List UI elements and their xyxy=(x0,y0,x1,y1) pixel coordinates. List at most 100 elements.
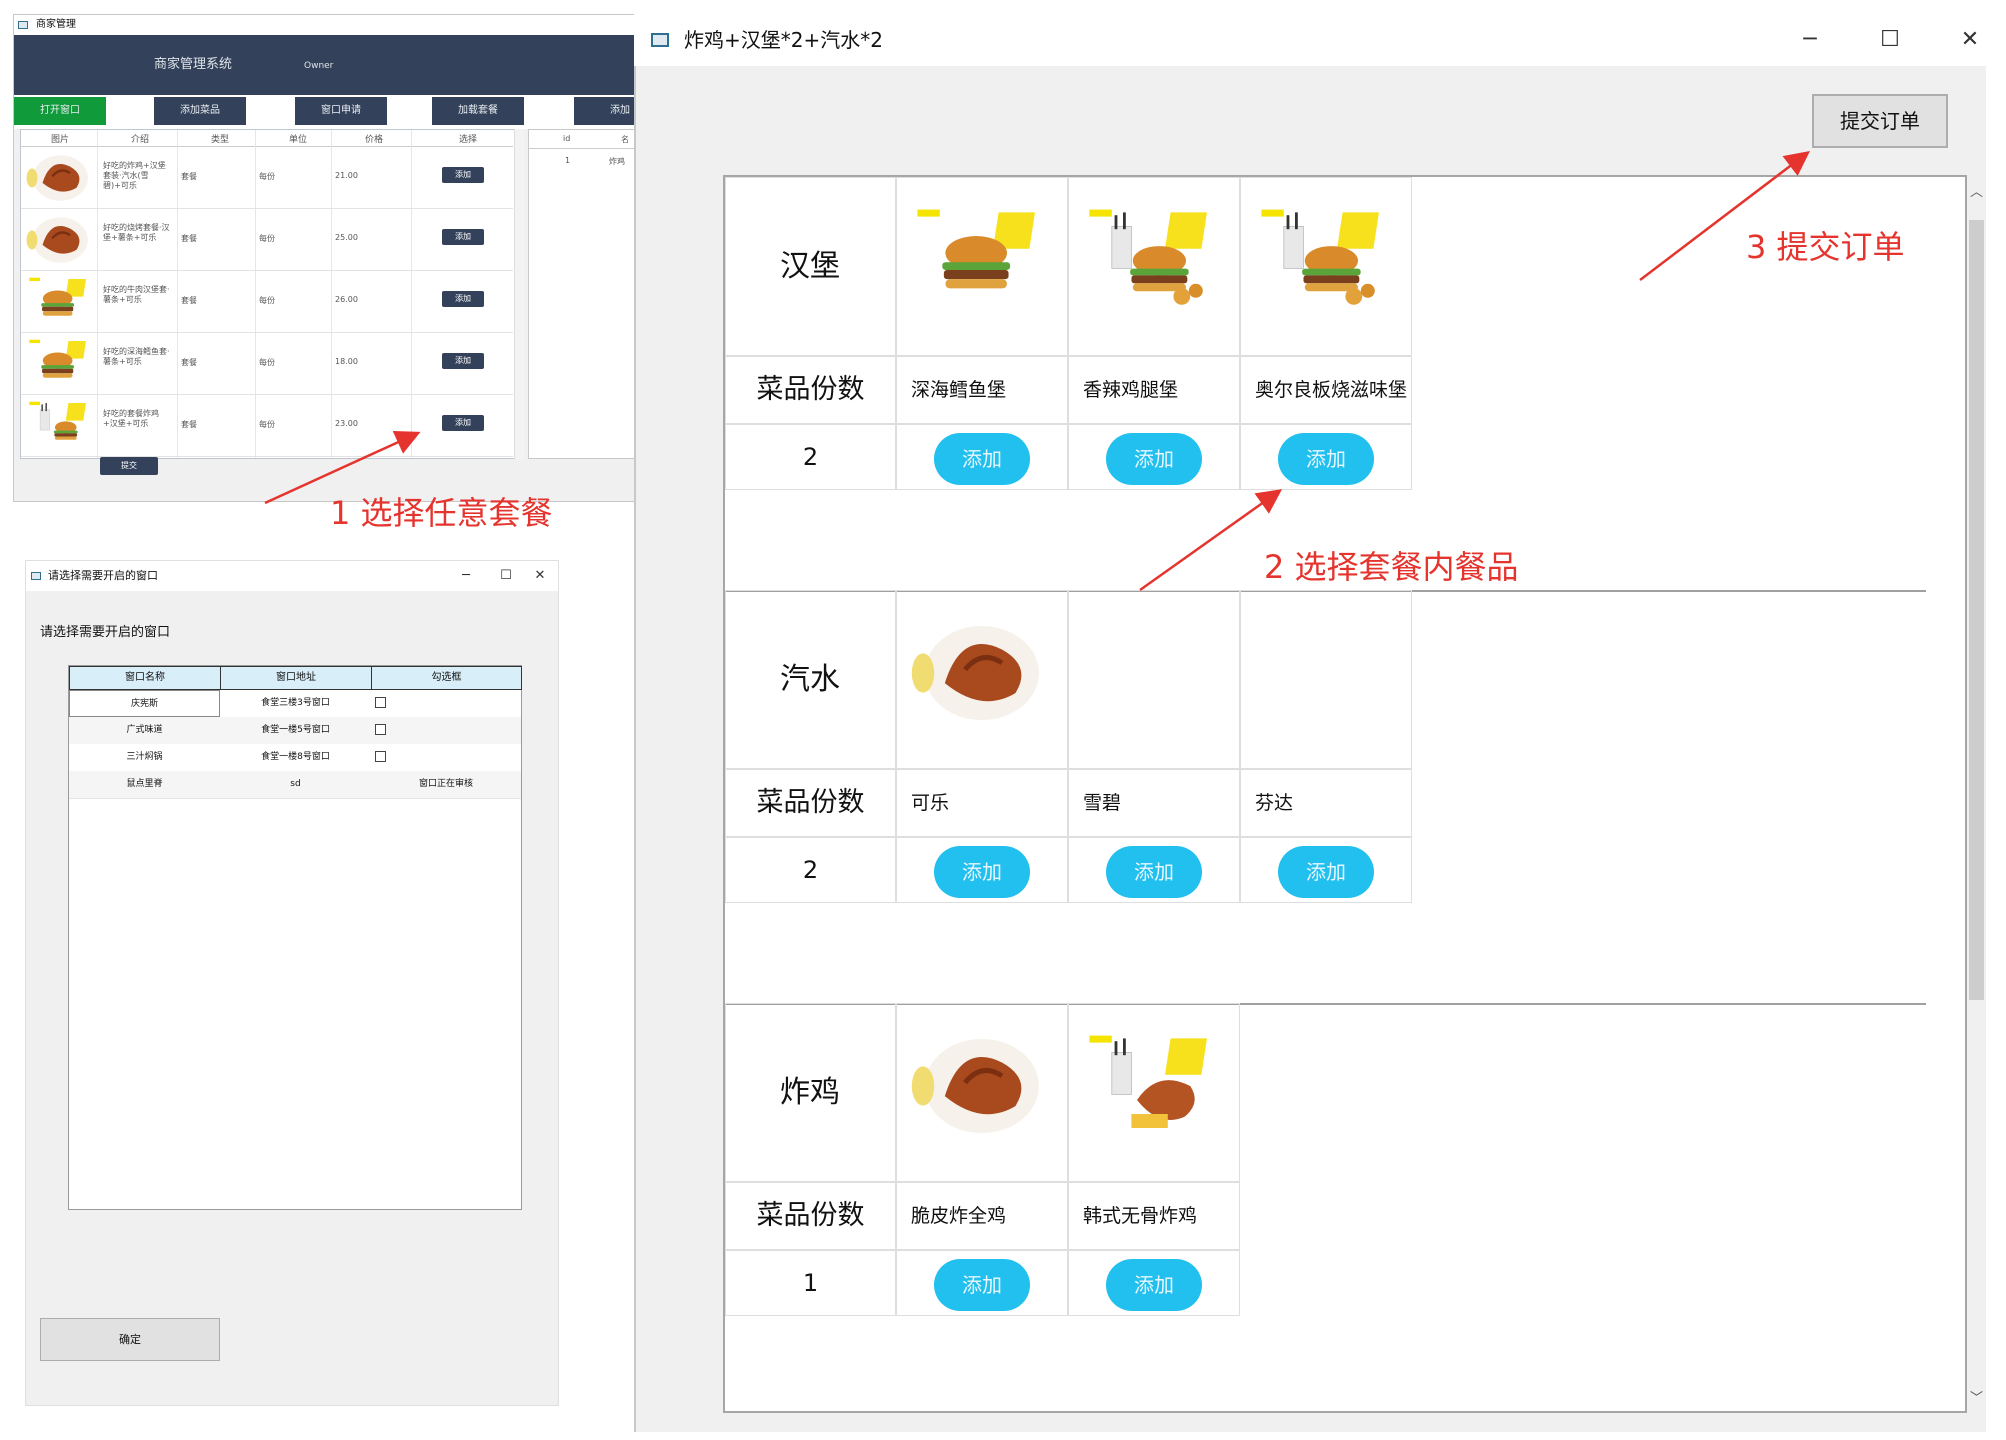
merchant-tab-1[interactable]: 添加菜品 xyxy=(154,97,246,125)
combo-description: 好吃的深海鳕鱼套·薯条+可乐 xyxy=(103,347,170,366)
scroll-thumb[interactable] xyxy=(1969,220,1984,1000)
window-checkbox[interactable] xyxy=(375,697,386,708)
item-name: 奥尔良板烧滋味堡 xyxy=(1240,356,1412,424)
select-combo-button[interactable]: 添加 xyxy=(442,353,484,369)
item-image-cell xyxy=(1068,177,1240,356)
add-cell: 添加 xyxy=(896,424,1068,490)
add-item-button[interactable]: 添加 xyxy=(1278,433,1374,485)
select-combo-button[interactable]: 添加 xyxy=(442,415,484,431)
combo-price: 25.00 xyxy=(335,233,358,242)
item-image xyxy=(1253,204,1393,316)
side-row-id: 1 xyxy=(565,156,571,165)
combo-type: 套餐 xyxy=(181,172,197,181)
merchant-tab-2[interactable]: 窗口申请 xyxy=(295,97,387,125)
minimize-icon[interactable]: ─ xyxy=(446,561,486,591)
combo-unit: 每份 xyxy=(259,420,275,429)
window-address: 食堂一楼8号窗口 xyxy=(261,752,330,762)
group-name: 炸鸡 xyxy=(725,1003,896,1182)
combo-table-column-header: 介绍 xyxy=(131,135,150,145)
combo-table-header: 图片 介绍 类型 单位 价格 选择 xyxy=(21,130,513,147)
scroll-up-icon[interactable]: ︿ xyxy=(1967,181,1986,201)
combo-thumbnail xyxy=(25,213,93,267)
confirm-button[interactable]: 确定 xyxy=(40,1318,220,1361)
close-icon[interactable]: ✕ xyxy=(1930,14,2006,66)
merchant-window: 商家管理 商家管理系统 Owner 打开窗口 添加菜品 窗口申请 加载套餐 添加 图片介… xyxy=(13,14,635,502)
item-image xyxy=(1081,204,1221,316)
select-combo-button[interactable]: 添加 xyxy=(442,291,484,307)
add-cell: 添加 xyxy=(1240,424,1412,490)
combo-unit: 每份 xyxy=(259,358,275,367)
minimize-icon[interactable]: ─ xyxy=(1770,14,1850,66)
side-header-name: 名 xyxy=(621,135,629,144)
submit-order-button[interactable]: 提交订单 xyxy=(1812,94,1948,148)
combo-row[interactable]: 好吃的烧烤套餐·汉堡+薯条+可乐 套餐 每份 25.00 添加 xyxy=(21,209,513,271)
window-row[interactable]: 广式味道 食堂一楼5号窗口 xyxy=(69,717,521,745)
combo-table-scrollbar[interactable] xyxy=(514,129,524,459)
window-name: 庆宪斯 xyxy=(69,690,220,717)
combo-row[interactable]: 好吃的深海鳕鱼套·薯条+可乐套餐 每份 18.00 添加 xyxy=(21,333,513,395)
combo-description: 好吃的套餐炸鸡+汉堡+可乐 xyxy=(103,409,159,428)
close-icon[interactable]: ✕ xyxy=(520,561,560,591)
window-address: 食堂一楼5号窗口 xyxy=(261,725,330,735)
merchant-titlebar: 商家管理 xyxy=(14,15,634,35)
item-image-cell xyxy=(896,1003,1068,1182)
combo-titlebar: 炸鸡+汉堡*2+汽水*2 ─ ☐ ✕ xyxy=(634,14,1986,66)
side-row-name: 炸鸡 xyxy=(609,157,625,166)
item-image-cell xyxy=(1240,177,1412,356)
add-item-button[interactable]: 添加 xyxy=(1106,846,1202,898)
window-table-header: 窗口名称 xyxy=(69,666,221,690)
window-checkbox[interactable] xyxy=(375,724,386,735)
combo-price: 23.00 xyxy=(335,419,358,428)
add-item-button[interactable]: 添加 xyxy=(1106,433,1202,485)
window-border xyxy=(634,14,636,1432)
picker-window-title: 请选择需要开启的窗口 xyxy=(48,569,158,582)
qty-label: 菜品份数 xyxy=(725,1182,896,1250)
scroll-down-icon[interactable]: ﹀ xyxy=(1967,1387,1986,1407)
add-cell: 添加 xyxy=(896,837,1068,903)
merchant-window-title: 商家管理 xyxy=(36,19,76,30)
select-combo-button[interactable]: 添加 xyxy=(442,229,484,245)
select-combo-button[interactable]: 添加 xyxy=(442,167,484,183)
merchant-tab-0[interactable]: 打开窗口 xyxy=(14,97,106,125)
annotation-3: 3 提交订单 xyxy=(1746,228,1905,266)
side-divider xyxy=(529,148,634,149)
group-qty: 1 xyxy=(725,1250,896,1316)
add-cell: 添加 xyxy=(1240,837,1412,903)
window-status: 窗口正在审核 xyxy=(418,779,473,789)
item-image xyxy=(909,1030,1049,1142)
combo-type: 套餐 xyxy=(181,358,197,367)
window-row[interactable]: 庆宪斯 食堂三楼3号窗口 xyxy=(69,690,521,718)
combo-thumbnail xyxy=(25,151,93,205)
window-row[interactable]: 三汁焖锅 食堂一楼8号窗口 xyxy=(69,744,521,772)
add-cell: 添加 xyxy=(896,1250,1068,1316)
merchant-tab-4[interactable]: 添加 xyxy=(574,97,634,125)
item-name: 韩式无骨炸鸡 xyxy=(1068,1182,1240,1250)
add-item-button[interactable]: 添加 xyxy=(934,433,1030,485)
merchant-tab-3[interactable]: 加载套餐 xyxy=(432,97,524,125)
window-checkbox[interactable] xyxy=(375,751,386,762)
item-image-cell xyxy=(1068,590,1240,769)
add-item-button[interactable]: 添加 xyxy=(1278,846,1374,898)
window-picker-dialog: 请选择需要开启的窗口 ─ ☐ ✕ 请选择需要开启的窗口 窗口名称 窗口地址 勾选框庆… xyxy=(25,560,559,1406)
window-table-header: 窗口地址 xyxy=(220,666,372,690)
add-cell: 添加 xyxy=(1068,424,1240,490)
app-title: 商家管理系统 xyxy=(154,57,233,72)
add-item-button[interactable]: 添加 xyxy=(1106,1259,1202,1311)
add-item-button[interactable]: 添加 xyxy=(934,1259,1030,1311)
combo-price: 18.00 xyxy=(335,357,358,366)
item-name: 可乐 xyxy=(896,769,1068,837)
combo-type: 套餐 xyxy=(181,234,197,243)
group-name: 汽水 xyxy=(725,590,896,769)
combo-row[interactable]: 好吃的套餐炸鸡+汉堡+可乐 套餐 每份 23.00 添加 xyxy=(21,395,513,457)
add-cell: 添加 xyxy=(1068,1250,1240,1316)
merchant-submit-button[interactable]: 提交 xyxy=(100,457,158,475)
combo-row[interactable]: 好吃的牛肉汉堡套·薯条+可乐 套餐 每份 26.00 添加 xyxy=(21,271,513,333)
combo-description: 好吃的牛肉汉堡套·薯条+可乐 xyxy=(103,285,170,304)
add-item-button[interactable]: 添加 xyxy=(934,846,1030,898)
combo-scrollbar[interactable]: ︿ ﹀ xyxy=(1967,175,1986,1413)
maximize-icon[interactable]: ☐ xyxy=(1850,14,1930,66)
window-row[interactable]: 鼠点里脊 sd 窗口正在审核 xyxy=(69,771,521,799)
picker-titlebar: 请选择需要开启的窗口 ─ ☐ ✕ xyxy=(26,561,558,591)
combo-row[interactable]: 好吃的炸鸡+汉堡套装·汽水(雪碧)+可乐 套餐 每份 21.00 添加 xyxy=(21,147,513,209)
combo-table-column-header: 选择 xyxy=(459,135,478,145)
